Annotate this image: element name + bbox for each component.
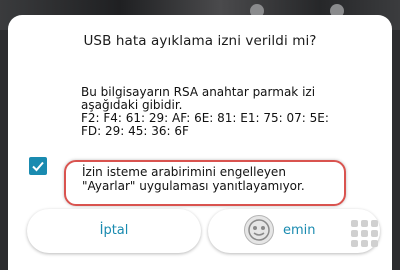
- app-grid-icon[interactable]: [350, 219, 380, 249]
- screen: USB hata ayıklama izni verildi mi? Bu bi…: [0, 0, 400, 270]
- touch-assist-glyph: [248, 219, 270, 241]
- error-highlight-box: [64, 160, 346, 206]
- usb-debug-dialog: USB hata ayıklama izni verildi mi? Bu bi…: [8, 15, 392, 270]
- message-line: FD: 29: 45: 36: 6F: [81, 124, 189, 138]
- touch-assist-icon[interactable]: [244, 215, 274, 245]
- cancel-button[interactable]: İptal: [27, 209, 201, 253]
- always-allow-checkbox[interactable]: [29, 157, 47, 175]
- check-icon: [32, 161, 44, 172]
- dialog-title: USB hata ayıklama izni verildi mi?: [83, 33, 317, 49]
- confirm-button[interactable]: emin: [208, 209, 380, 253]
- dialog-message: Bu bilgisayarın RSA anahtar parmak izi a…: [81, 86, 381, 138]
- confirm-button-label: emin: [283, 223, 316, 238]
